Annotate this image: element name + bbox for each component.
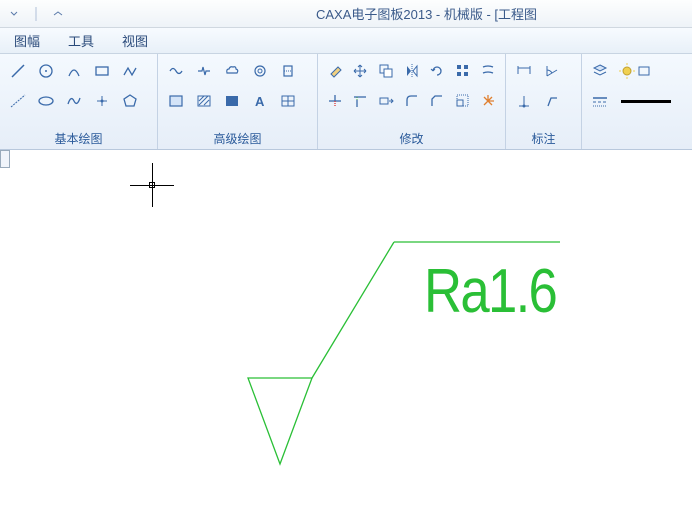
- dimension-angular-icon[interactable]: [540, 59, 564, 83]
- menubar: 图幅 工具 视图: [0, 28, 692, 54]
- ribbon-group-modify: 修改: [318, 54, 506, 149]
- coord-dim-icon[interactable]: [512, 89, 536, 113]
- polygon-tool-icon[interactable]: [118, 89, 142, 113]
- point-tool-icon[interactable]: [90, 89, 114, 113]
- table-tool-icon[interactable]: [276, 89, 300, 113]
- spline-tool-icon[interactable]: [62, 89, 86, 113]
- svg-text:A: A: [255, 94, 265, 109]
- roughness-value-text: Ra1.6: [424, 256, 556, 327]
- lineweight-preview[interactable]: [616, 91, 676, 111]
- ribbon-group-annotate: 标注: [506, 54, 582, 149]
- menu-view[interactable]: 视图: [122, 31, 148, 50]
- text-tool-icon[interactable]: A: [248, 89, 272, 113]
- ribbon: 基本绘图 A 高级绘图: [0, 54, 692, 150]
- cloud-tool-icon[interactable]: [220, 59, 244, 83]
- hole-shaft-icon[interactable]: [276, 59, 300, 83]
- menu-paper[interactable]: 图幅: [14, 31, 40, 50]
- construction-line-icon[interactable]: [6, 89, 30, 113]
- erase-tool-icon[interactable]: [324, 59, 346, 83]
- wave-line-icon[interactable]: [164, 59, 188, 83]
- group-label-basic: 基本绘图: [6, 126, 151, 149]
- dimension-linear-icon[interactable]: [512, 59, 536, 83]
- menu-tools[interactable]: 工具: [68, 31, 94, 50]
- copy-tool-icon[interactable]: [375, 59, 397, 83]
- arc-tool-icon[interactable]: [62, 59, 86, 83]
- extend-tool-icon[interactable]: [350, 89, 372, 113]
- group-label-properties: [588, 129, 676, 149]
- ribbon-group-advanced-draw: A 高级绘图: [158, 54, 318, 149]
- ribbon-group-properties: [582, 54, 682, 149]
- qat-separator-icon: [28, 6, 44, 22]
- fillet-tool-icon[interactable]: [401, 89, 423, 113]
- polyline-tool-icon[interactable]: [118, 59, 142, 83]
- trim-tool-icon[interactable]: [324, 89, 346, 113]
- rotate-tool-icon[interactable]: [426, 59, 448, 83]
- ellipse-tool-icon[interactable]: [34, 89, 58, 113]
- fill-tool-icon[interactable]: [220, 89, 244, 113]
- group-label-advanced: 高级绘图: [164, 126, 311, 149]
- titlebar: CAXA电子图板2013 - 机械版 - [工程图: [0, 0, 692, 28]
- hatch-tool-icon[interactable]: [192, 89, 216, 113]
- region-tool-icon[interactable]: [164, 89, 188, 113]
- qat-minimize-ribbon-icon[interactable]: [50, 6, 66, 22]
- ribbon-group-basic-draw: 基本绘图: [0, 54, 158, 149]
- drawing-canvas[interactable]: Ra1.6: [0, 150, 692, 506]
- roughness-tool-icon[interactable]: [540, 89, 564, 113]
- array-tool-icon[interactable]: [452, 59, 474, 83]
- circle-tool-icon[interactable]: [34, 59, 58, 83]
- offset-tool-icon[interactable]: [477, 59, 499, 83]
- group-label-annotate: 标注: [512, 126, 575, 149]
- qat-dropdown-icon[interactable]: [6, 6, 22, 22]
- quick-access-toolbar: [0, 6, 66, 22]
- chamfer-tool-icon[interactable]: [426, 89, 448, 113]
- explode-tool-icon[interactable]: [477, 89, 499, 113]
- linetype-icon[interactable]: [588, 89, 612, 113]
- layer-state-icon[interactable]: [616, 59, 658, 83]
- canvas-tab[interactable]: [0, 150, 10, 168]
- move-tool-icon[interactable]: [350, 59, 372, 83]
- gear-tool-icon[interactable]: [248, 59, 272, 83]
- scale-tool-icon[interactable]: [452, 89, 474, 113]
- line-tool-icon[interactable]: [6, 59, 30, 83]
- group-label-modify: 修改: [324, 126, 499, 149]
- rectangle-tool-icon[interactable]: [90, 59, 114, 83]
- break-line-icon[interactable]: [192, 59, 216, 83]
- window-title: CAXA电子图板2013 - 机械版 - [工程图: [316, 4, 537, 23]
- layer-icon[interactable]: [588, 59, 612, 83]
- stretch-tool-icon[interactable]: [375, 89, 397, 113]
- mirror-tool-icon[interactable]: [401, 59, 423, 83]
